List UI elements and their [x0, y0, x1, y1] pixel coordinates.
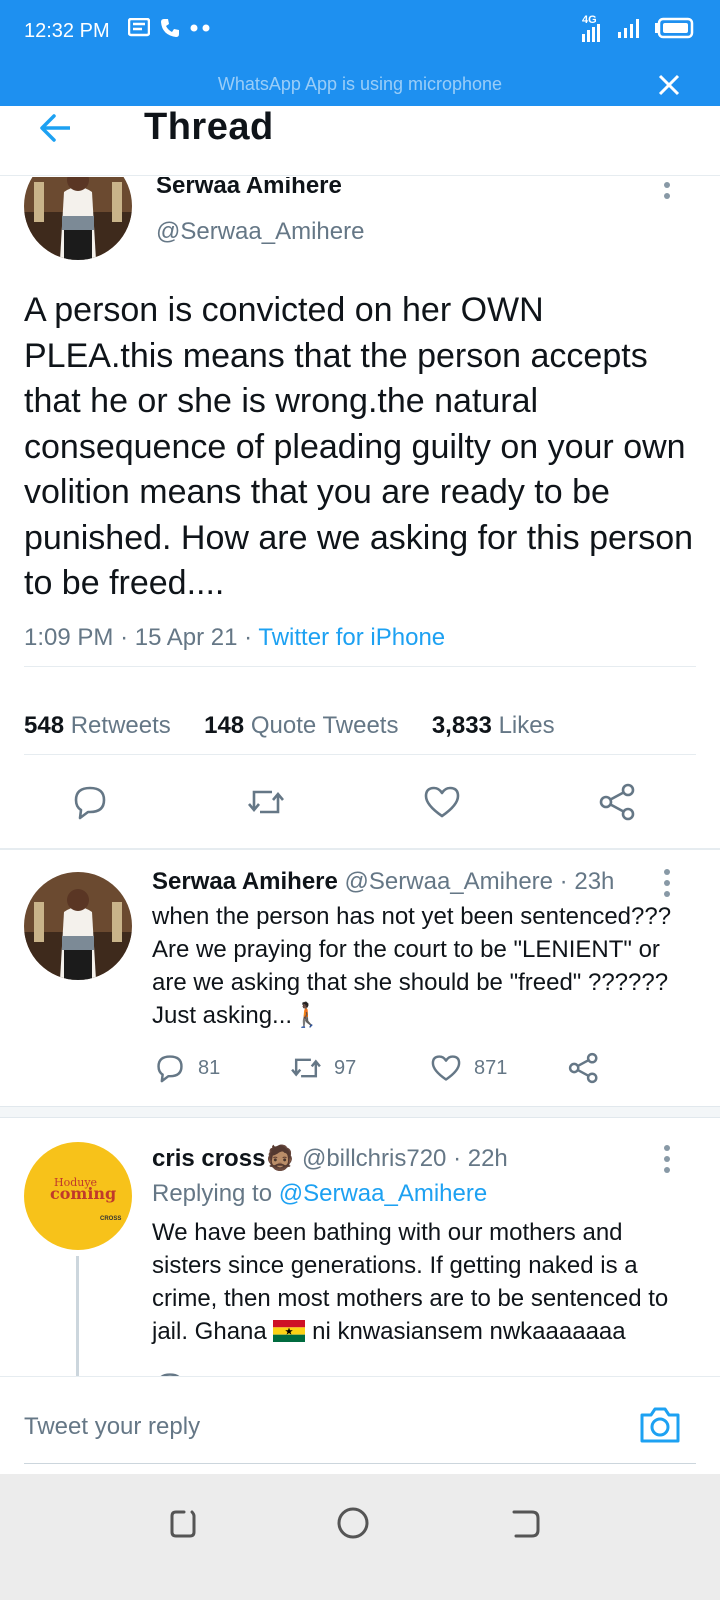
meta-separator: ·	[120, 624, 135, 651]
author-handle[interactable]: @Serwaa_Amihere	[156, 218, 364, 246]
section-divider	[0, 848, 720, 850]
reply-text: when the person has not yet been sentenc…	[152, 903, 672, 1029]
thread-scroll-area[interactable]: Serwaa Amihere @Serwaa_Amihere A person …	[0, 177, 720, 1376]
system-icons: 4G	[582, 14, 694, 42]
phone-icon	[161, 19, 179, 37]
more-options-icon[interactable]	[662, 1144, 672, 1174]
retweet-count: 97	[334, 1056, 357, 1079]
avatar[interactable]: Hoduye coming CROSS	[24, 1142, 132, 1250]
battery-icon	[655, 17, 694, 39]
signal-icon	[618, 19, 639, 38]
author-handle[interactable]: @billchris720	[302, 1145, 446, 1172]
divider	[24, 754, 696, 755]
more-options-icon[interactable]	[662, 177, 672, 200]
like-icon[interactable]	[420, 780, 464, 824]
like-count-button[interactable]: 871	[428, 1050, 507, 1086]
reply-header: Serwaa Amihere @Serwaa_Amihere · 23h	[152, 868, 614, 896]
retweet-count-button[interactable]: 97	[288, 1050, 356, 1086]
replying-to: Replying to @Serwaa_Amihere	[152, 1180, 488, 1207]
tweet-date: 15 Apr 21	[134, 624, 238, 651]
thread-header: Thread	[0, 106, 720, 176]
retweet-icon	[291, 1058, 321, 1078]
thread-connector-line	[76, 1256, 79, 1376]
reply-text: We have been bathing with our mothers an…	[152, 1219, 669, 1345]
microphone-usage-banner[interactable]: WhatsApp App is using microphone	[0, 66, 720, 106]
system-navigation-bar	[0, 1474, 720, 1600]
avatar-logo-text: coming	[50, 1184, 117, 1203]
likes-stat[interactable]: 3,833 Likes	[432, 712, 555, 739]
reply-count: 81	[198, 1056, 221, 1079]
tweet-age: 22h	[467, 1145, 508, 1172]
status-bar: 12:32 PM 4G	[0, 0, 720, 66]
quote-tweets-stat[interactable]: 148 Quote Tweets	[204, 712, 398, 739]
reply-header: cris cross🧔🏽 @billchris720 · 22h	[152, 1144, 508, 1173]
like-icon	[431, 1055, 461, 1081]
share-icon[interactable]	[566, 1050, 602, 1086]
status-time: 12:32 PM	[24, 20, 110, 42]
section-divider	[0, 1106, 720, 1118]
retweet-icon[interactable]	[244, 780, 288, 824]
divider	[24, 666, 696, 667]
home-icon[interactable]	[334, 1504, 372, 1542]
reply-icon[interactable]	[152, 1368, 192, 1376]
avatar[interactable]	[24, 177, 132, 260]
author-name[interactable]: Serwaa Amihere	[152, 868, 338, 895]
more-notifications-icon	[190, 24, 210, 32]
avatar-logo-text: CROSS	[100, 1216, 122, 1222]
close-icon[interactable]	[654, 70, 684, 100]
back-icon[interactable]	[506, 1504, 544, 1542]
reply-count-button[interactable]: 81	[152, 1050, 220, 1086]
meta-separator: ·	[559, 868, 568, 895]
recent-apps-icon[interactable]	[164, 1504, 202, 1542]
tweet-stats: 548 Retweets 148 Quote Tweets 3,833 Like…	[24, 712, 555, 740]
reply-input[interactable]: Tweet your reply	[24, 1413, 200, 1441]
reply-icon	[157, 1055, 183, 1083]
tweet-text: A person is convicted on her OWN PLEA.th…	[24, 291, 694, 602]
author-handle[interactable]: @Serwaa_Amihere	[345, 868, 553, 895]
notification-icons	[128, 18, 212, 38]
like-count: 871	[474, 1056, 508, 1079]
input-underline	[24, 1463, 696, 1464]
tweet-age: 23h	[574, 868, 615, 895]
back-arrow-icon[interactable]	[36, 108, 76, 148]
message-notification-icon	[128, 18, 150, 37]
replying-to-handle[interactable]: @Serwaa_Amihere	[279, 1180, 487, 1207]
reply-compose-bar[interactable]: Tweet your reply	[0, 1376, 720, 1474]
ghana-flag-icon	[273, 1320, 306, 1342]
page-title: Thread	[144, 106, 274, 148]
avatar[interactable]	[24, 872, 132, 980]
reply-icon[interactable]	[68, 780, 112, 824]
author-name[interactable]: Serwaa Amihere	[156, 177, 342, 200]
author-name[interactable]: cris cross🧔🏽	[152, 1145, 295, 1172]
network-type-icon: 4G	[582, 14, 608, 42]
tweet-time: 1:09 PM	[24, 624, 114, 651]
meta-separator: ·	[453, 1145, 462, 1172]
camera-icon[interactable]	[638, 1405, 682, 1445]
tweet-source-link[interactable]: Twitter for iPhone	[258, 624, 445, 651]
meta-separator: ·	[244, 624, 259, 651]
share-icon[interactable]	[596, 780, 640, 824]
retweets-stat[interactable]: 548 Retweets	[24, 712, 171, 739]
banner-text: WhatsApp App is using microphone	[217, 74, 503, 94]
tweet-meta: 1:09 PM · 15 Apr 21 · Twitter for iPhone	[24, 624, 445, 652]
more-options-icon[interactable]	[662, 868, 672, 898]
